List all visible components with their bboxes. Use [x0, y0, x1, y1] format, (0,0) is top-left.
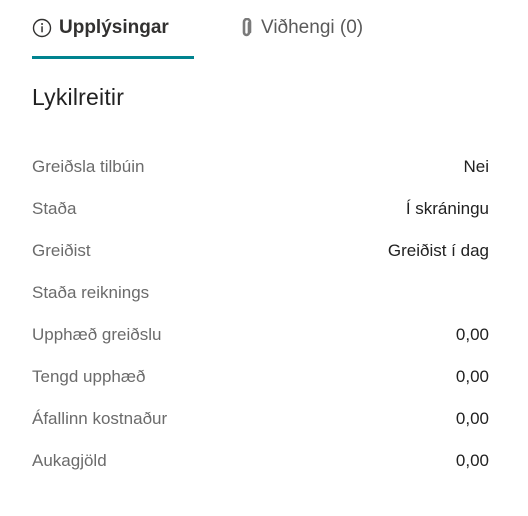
field-value[interactable]: 0,00 [456, 367, 489, 387]
field-value[interactable]: 0,00 [456, 325, 489, 345]
tab-bar: Upplýsingar Viðhengi (0) [32, 12, 363, 59]
field-row-afallinn-kostnadur: Áfallinn kostnaður 0,00 [32, 398, 489, 440]
field-row-upphaed-greidslu: Upphæð greiðslu 0,00 [32, 314, 489, 356]
field-value[interactable]: Í skráningu [406, 199, 489, 219]
field-value[interactable]: Nei [463, 157, 489, 177]
field-label: Staða reiknings [32, 283, 150, 302]
tab-upplysingar-label: Upplýsingar [59, 17, 169, 38]
field-value[interactable]: Greiðist í dag [388, 241, 489, 261]
field-value[interactable]: 0,00 [456, 409, 489, 429]
field-label: Staða [32, 199, 77, 218]
field-row-greidist: Greiðist Greiðist í dag [32, 230, 489, 272]
key-fields-list: Greiðsla tilbúin Nei Staða Í skráningu G… [32, 146, 489, 482]
field-label: Áfallinn kostnaður [32, 409, 168, 428]
field-row-stada: Staða Í skráningu [32, 188, 489, 230]
tab-vidhengi[interactable]: Viðhengi (0) [240, 12, 363, 44]
field-label: Greiðsla tilbúin [32, 157, 145, 176]
field-row-tengd-upphaed: Tengd upphæð 0,00 [32, 356, 489, 398]
section-title: Lykilreitir [32, 84, 125, 110]
tab-upplysingar[interactable]: Upplýsingar [32, 12, 194, 59]
field-value[interactable]: 0,00 [456, 451, 489, 471]
field-label: Aukagjöld [32, 451, 107, 470]
field-label: Upphæð greiðslu [32, 325, 162, 344]
field-label: Greiðist [32, 241, 91, 260]
field-row-greidsla-tilbuin: Greiðsla tilbúin Nei [32, 146, 489, 188]
field-row-stada-reiknings: Staða reiknings [32, 272, 489, 314]
field-label: Tengd upphæð [32, 367, 146, 386]
info-circle-icon [32, 18, 52, 38]
tab-vidhengi-label: Viðhengi (0) [261, 17, 364, 38]
paperclip-icon [240, 18, 254, 38]
field-row-aukagjold: Aukagjöld 0,00 [32, 440, 489, 482]
